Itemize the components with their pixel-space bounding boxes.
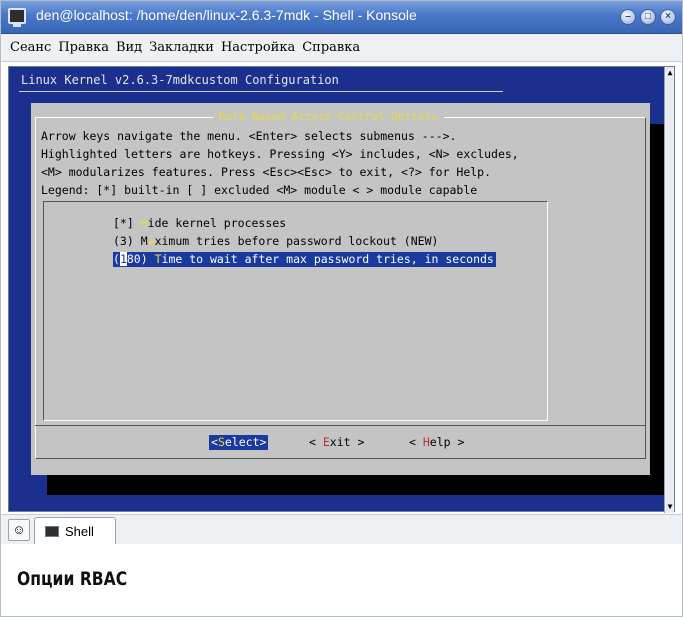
button-label: elp — [429, 435, 451, 449]
session-tabbar: ☺ Shell — [0, 514, 683, 544]
bracket: > — [450, 435, 465, 449]
option-hotkey: H — [140, 216, 148, 230]
button-hotkey: S — [217, 435, 225, 449]
scroll-up-icon[interactable]: ▲ — [665, 67, 675, 79]
terminal-scrollbar[interactable]: ▲ ▼ — [664, 67, 674, 513]
button-separator — [35, 425, 646, 426]
menu-view[interactable]: Вид — [116, 40, 142, 55]
bracket: < — [309, 435, 323, 449]
exit-button[interactable]: < Exit > — [309, 435, 364, 450]
menu-edit[interactable]: Правка — [58, 40, 109, 55]
config-title-underline — [19, 91, 503, 92]
button-hotkey: E — [322, 435, 330, 449]
option-prefix: [*] — [113, 216, 141, 230]
config-title: Linux Kernel v2.6.3-7mdkcustom Configura… — [21, 73, 339, 87]
bracket: < — [211, 435, 218, 449]
help-button[interactable]: < Help > — [409, 435, 464, 450]
menubar: Сеанс Правка Вид Закладки Настройка Спра… — [0, 34, 683, 62]
option-time-to-wait[interactable]: (180) Time to wait after max password tr… — [113, 252, 496, 267]
option-label: ximum tries before password lockout (NEW… — [154, 234, 439, 248]
menu-help[interactable]: Справка — [302, 40, 360, 55]
option-value: 80) — [126, 252, 155, 266]
button-label: elect — [224, 435, 260, 449]
option-hotkey: a — [147, 234, 155, 248]
option-maximum-tries[interactable]: (3) Maximum tries before password lockou… — [113, 234, 438, 249]
help-line: Highlighted letters are hotkeys. Pressin… — [41, 147, 519, 161]
help-line: Legend: [*] built-in [ ] excluded <M> mo… — [41, 183, 478, 197]
scroll-down-icon[interactable]: ▼ — [665, 501, 675, 513]
bracket: < — [409, 435, 423, 449]
bracket: > — [350, 435, 365, 449]
button-label: xit — [329, 435, 351, 449]
text-cursor: 1 — [119, 252, 127, 266]
window-titlebar[interactable]: den@localhost: /home/den/linux-2.6.3-7md… — [0, 0, 683, 34]
figure-caption: Опции RBAC — [17, 568, 128, 590]
option-label: ide kernel processes — [147, 216, 287, 230]
terminal-icon — [45, 525, 59, 537]
option-hotkey: T — [154, 252, 162, 266]
menu-session[interactable]: Сеанс — [10, 40, 51, 55]
bracket: > — [259, 435, 267, 449]
menu-settings[interactable]: Настройка — [221, 40, 295, 55]
maximize-icon[interactable]: □ — [640, 9, 656, 25]
tab-label: Shell — [65, 523, 94, 539]
option-label: ime to wait after max password tries, in… — [161, 252, 494, 266]
minimize-icon[interactable]: – — [620, 9, 636, 25]
option-prefix: (3) M — [113, 234, 148, 248]
dialog-title: Role Based Access Control Options — [213, 110, 444, 123]
help-line: <M> modularizes features. Press <Esc><Es… — [41, 165, 492, 179]
close-icon[interactable]: × — [660, 9, 676, 25]
rbac-dialog: Role Based Access Control Options Arrow … — [31, 103, 650, 475]
window-title: den@localhost: /home/den/linux-2.6.3-7md… — [36, 7, 417, 23]
terminal-area[interactable]: Linux Kernel v2.6.3-7mdkcustom Configura… — [8, 66, 675, 513]
option-hide-kernel-processes[interactable]: [*] Hide kernel processes — [113, 216, 286, 231]
tab-shell[interactable]: Shell — [34, 517, 116, 544]
option-prefix: ( — [113, 252, 120, 266]
help-line: Arrow keys navigate the menu. <Enter> se… — [41, 129, 457, 143]
select-button[interactable]: <Select> — [209, 435, 269, 450]
konsole-app-icon[interactable] — [8, 8, 26, 27]
button-hotkey: H — [422, 435, 430, 449]
menu-bookmarks[interactable]: Закладки — [149, 40, 214, 55]
new-session-icon[interactable]: ☺ — [8, 519, 30, 541]
